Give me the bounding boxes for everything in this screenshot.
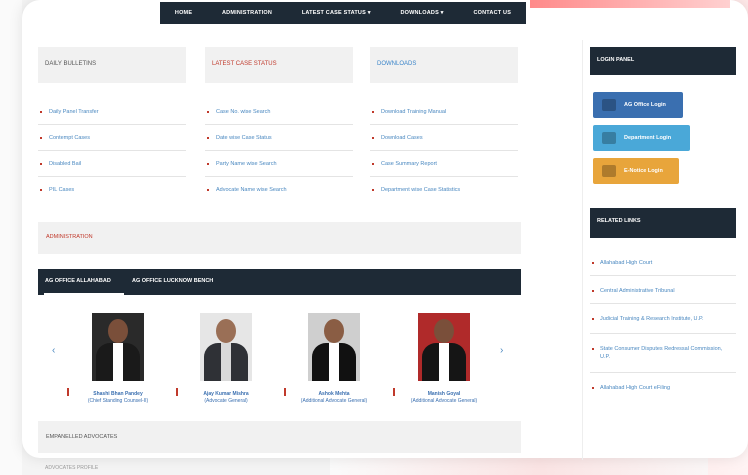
divider: [38, 176, 186, 177]
related-link[interactable]: Allahabad High Court: [592, 259, 730, 267]
link-item[interactable]: Party Name wise Search: [207, 161, 277, 167]
link-item[interactable]: Disabled Bail: [40, 161, 81, 167]
portrait-image: [200, 313, 252, 381]
bullet-icon: [207, 163, 209, 165]
bullet-icon: [40, 163, 42, 165]
person-role: (Advocate General): [204, 398, 248, 404]
bullet-icon: [40, 189, 42, 191]
bullet-icon: [592, 387, 594, 389]
related-link[interactable]: Allahabad High Court eFiling: [592, 384, 730, 392]
divider: [205, 150, 353, 151]
link-item[interactable]: Case No. wise Search: [207, 109, 270, 115]
nav-home[interactable]: HOME: [175, 10, 192, 16]
column-title: LATEST CASE STATUS: [212, 61, 277, 67]
column-title: DOWNLOADS: [377, 61, 417, 67]
person-name[interactable]: Manish Goyal: [394, 391, 494, 397]
carousel-next-icon[interactable]: ›: [500, 346, 506, 356]
divider: [370, 176, 518, 177]
link-item[interactable]: PIL Cases: [40, 187, 74, 193]
bullet-icon: [40, 111, 42, 113]
person-role: (Chief Standing Counsel-II): [87, 398, 149, 404]
link-item[interactable]: Date wise Case Status: [207, 135, 272, 141]
divider: [370, 150, 518, 151]
person-name[interactable]: Shashi Bhan Pandey: [68, 391, 168, 397]
divider: [590, 303, 736, 304]
bullet-icon: [207, 137, 209, 139]
person-role: (Additional Advocate General): [300, 398, 368, 404]
office-tabs: AG OFFICE ALLAHABAD AG OFFICE LUCKNOW BE…: [38, 269, 521, 295]
divider: [590, 275, 736, 276]
divider: [205, 176, 353, 177]
bullet-icon: [207, 111, 209, 113]
link-item[interactable]: Download Training Manual: [372, 109, 446, 115]
bullet-icon: [592, 348, 594, 350]
portrait-image: [308, 313, 360, 381]
related-link[interactable]: Judicial Training & Research Institute, …: [592, 315, 730, 323]
top-decoration-bar: [530, 0, 730, 8]
related-link[interactable]: Central Administrative Tribunal: [592, 287, 730, 295]
tab-ag-office-lucknow-bench[interactable]: AG OFFICE LUCKNOW BENCH: [132, 278, 213, 284]
nav-latest-case-status[interactable]: LATEST CASE STATUS ▾: [302, 10, 371, 16]
link-item[interactable]: Contempt Cases: [40, 135, 90, 141]
department-login-button[interactable]: Department Login: [593, 125, 690, 151]
bullet-icon: [592, 318, 594, 320]
user-icon: [602, 99, 616, 111]
person-name[interactable]: Ajay Kumar Mishra: [176, 391, 276, 397]
administration-bar[interactable]: ADMINISTRATION: [38, 222, 521, 254]
sidebar-divider: [582, 40, 583, 460]
e-notice-login-button[interactable]: E-Notice Login: [593, 158, 679, 184]
empanelled-advocates-label: EMPANELLED ADVOCATES: [46, 434, 118, 440]
column-daily-bulletins: DAILY BULLETINS: [38, 47, 186, 83]
divider: [590, 333, 736, 334]
column-title: DAILY BULLETINS: [45, 61, 97, 67]
nav-downloads[interactable]: DOWNLOADS ▾: [400, 10, 443, 16]
link-item[interactable]: Department wise Case Statistics: [372, 187, 460, 193]
portrait-image: [418, 313, 470, 381]
bullet-icon: [40, 137, 42, 139]
bullet-icon: [592, 262, 594, 264]
main-navigation: HOME ADMINISTRATION LATEST CASE STATUS ▾…: [160, 2, 526, 24]
bullet-icon: [372, 163, 374, 165]
carousel-prev-icon[interactable]: ‹: [52, 346, 58, 356]
related-links-header: RELATED LINKS: [590, 208, 736, 238]
link-item[interactable]: Daily Panel Transfer: [40, 109, 99, 115]
portrait-image: [92, 313, 144, 381]
nav-administration[interactable]: ADMINISTRATION: [222, 10, 272, 16]
user-icon: [602, 132, 616, 144]
user-icon: [602, 165, 616, 177]
divider: [370, 124, 518, 125]
tab-ag-office-allahabad[interactable]: AG OFFICE ALLAHABAD: [45, 278, 111, 284]
bullet-icon: [592, 290, 594, 292]
person-role: (Additional Advocate General): [410, 398, 478, 404]
login-panel-header: LOGIN PANEL: [590, 47, 736, 75]
advocates-profile-label[interactable]: ADVOCATES PROFILE: [45, 465, 98, 471]
login-panel-title: LOGIN PANEL: [597, 57, 635, 63]
divider: [590, 372, 736, 373]
person-name[interactable]: Ashok Mehta: [284, 391, 384, 397]
active-tab-indicator: [44, 293, 124, 295]
page-left-margin: [0, 0, 22, 475]
ag-office-login-button[interactable]: AG Office Login: [593, 92, 683, 118]
link-item[interactable]: Case Summary Report: [372, 161, 437, 167]
column-downloads: DOWNLOADS: [370, 47, 518, 83]
link-item[interactable]: Download Cases: [372, 135, 423, 141]
link-item[interactable]: Advocate Name wise Search: [207, 187, 287, 193]
divider: [205, 124, 353, 125]
bullet-icon: [372, 111, 374, 113]
bullet-icon: [372, 189, 374, 191]
related-link[interactable]: State Consumer Disputes Redressal Commis…: [592, 345, 730, 361]
divider: [38, 124, 186, 125]
related-links-title: RELATED LINKS: [597, 218, 641, 224]
nav-contact-us[interactable]: CONTACT US: [473, 10, 511, 16]
empanelled-advocates-bar[interactable]: EMPANELLED ADVOCATES: [38, 421, 521, 453]
administration-label: ADMINISTRATION: [46, 234, 93, 240]
bullet-icon: [372, 137, 374, 139]
bullet-icon: [207, 189, 209, 191]
column-latest-case-status: LATEST CASE STATUS: [205, 47, 353, 83]
divider: [38, 150, 186, 151]
